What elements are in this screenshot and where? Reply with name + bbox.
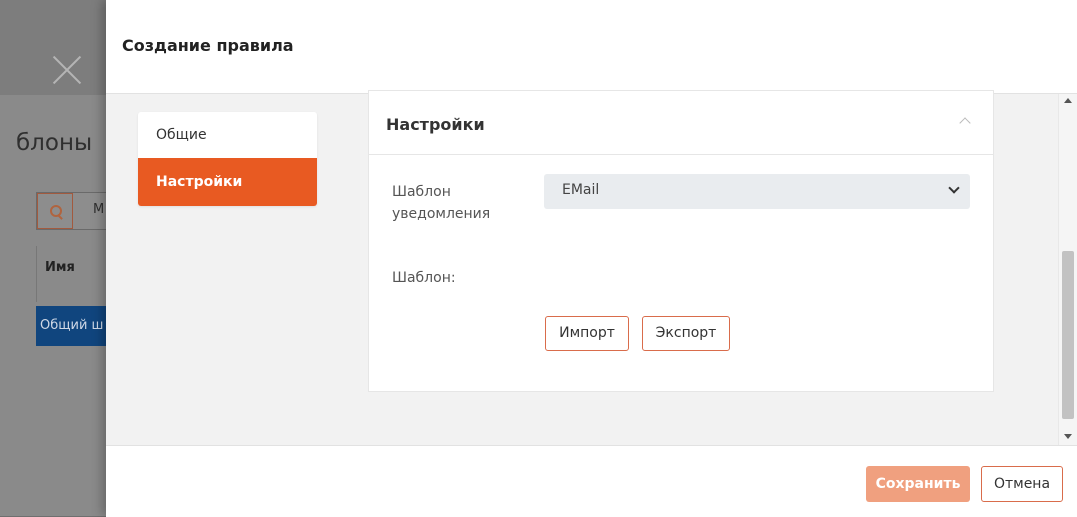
column-header-name: Имя: [45, 260, 75, 275]
notification-template-label: Шаблон уведомления: [392, 181, 490, 225]
background-heading: блоны: [16, 130, 93, 156]
notification-template-label-line2: уведомления: [392, 206, 491, 222]
background-row-text: Общий ш: [40, 318, 104, 333]
save-button[interactable]: Сохранить: [866, 466, 970, 502]
notification-template-select[interactable]: EMail: [544, 174, 970, 209]
modal-title: Создание правила: [122, 36, 294, 55]
panel-title: Настройки: [386, 115, 485, 134]
panel-header: Настройки: [369, 91, 993, 155]
settings-nav: Общие Настройки: [138, 112, 317, 206]
modal-body: Общие Настройки Настройки Шаблон уведомл…: [106, 90, 1077, 445]
modal-header: Создание правила: [106, 0, 1077, 94]
create-rule-modal: Создание правила Общие Настройки Настрой…: [106, 0, 1077, 517]
export-button[interactable]: Экспорт: [642, 316, 730, 351]
background-table-row[interactable]: Общий ш: [36, 306, 106, 346]
notification-template-select-value: EMail: [562, 182, 600, 198]
modal-scrollbar[interactable]: [1058, 94, 1077, 445]
modal-footer: Сохранить Отмена: [106, 445, 1077, 517]
scroll-up-arrow-icon[interactable]: [1064, 98, 1072, 103]
close-icon[interactable]: [50, 53, 84, 87]
nav-item-settings[interactable]: Настройки: [138, 158, 317, 206]
search-icon[interactable]: [37, 193, 73, 229]
template-label: Шаблон:: [392, 270, 456, 286]
cancel-button[interactable]: Отмена: [981, 466, 1063, 502]
scroll-down-arrow-icon[interactable]: [1064, 434, 1072, 439]
settings-panel: Настройки Шаблон уведомления EMail Шабло…: [368, 90, 994, 392]
scrollbar-thumb[interactable]: [1062, 251, 1074, 419]
chevron-down-icon: [948, 183, 960, 195]
background-column-header: Имя: [36, 246, 107, 302]
nav-item-general[interactable]: Общие: [138, 112, 317, 158]
background-topbar: [0, 0, 106, 95]
import-button[interactable]: Импорт: [545, 316, 629, 351]
notification-template-label-line1: Шаблон: [392, 184, 451, 200]
chevron-up-icon[interactable]: [957, 113, 973, 129]
background-search-text: М: [93, 202, 105, 217]
